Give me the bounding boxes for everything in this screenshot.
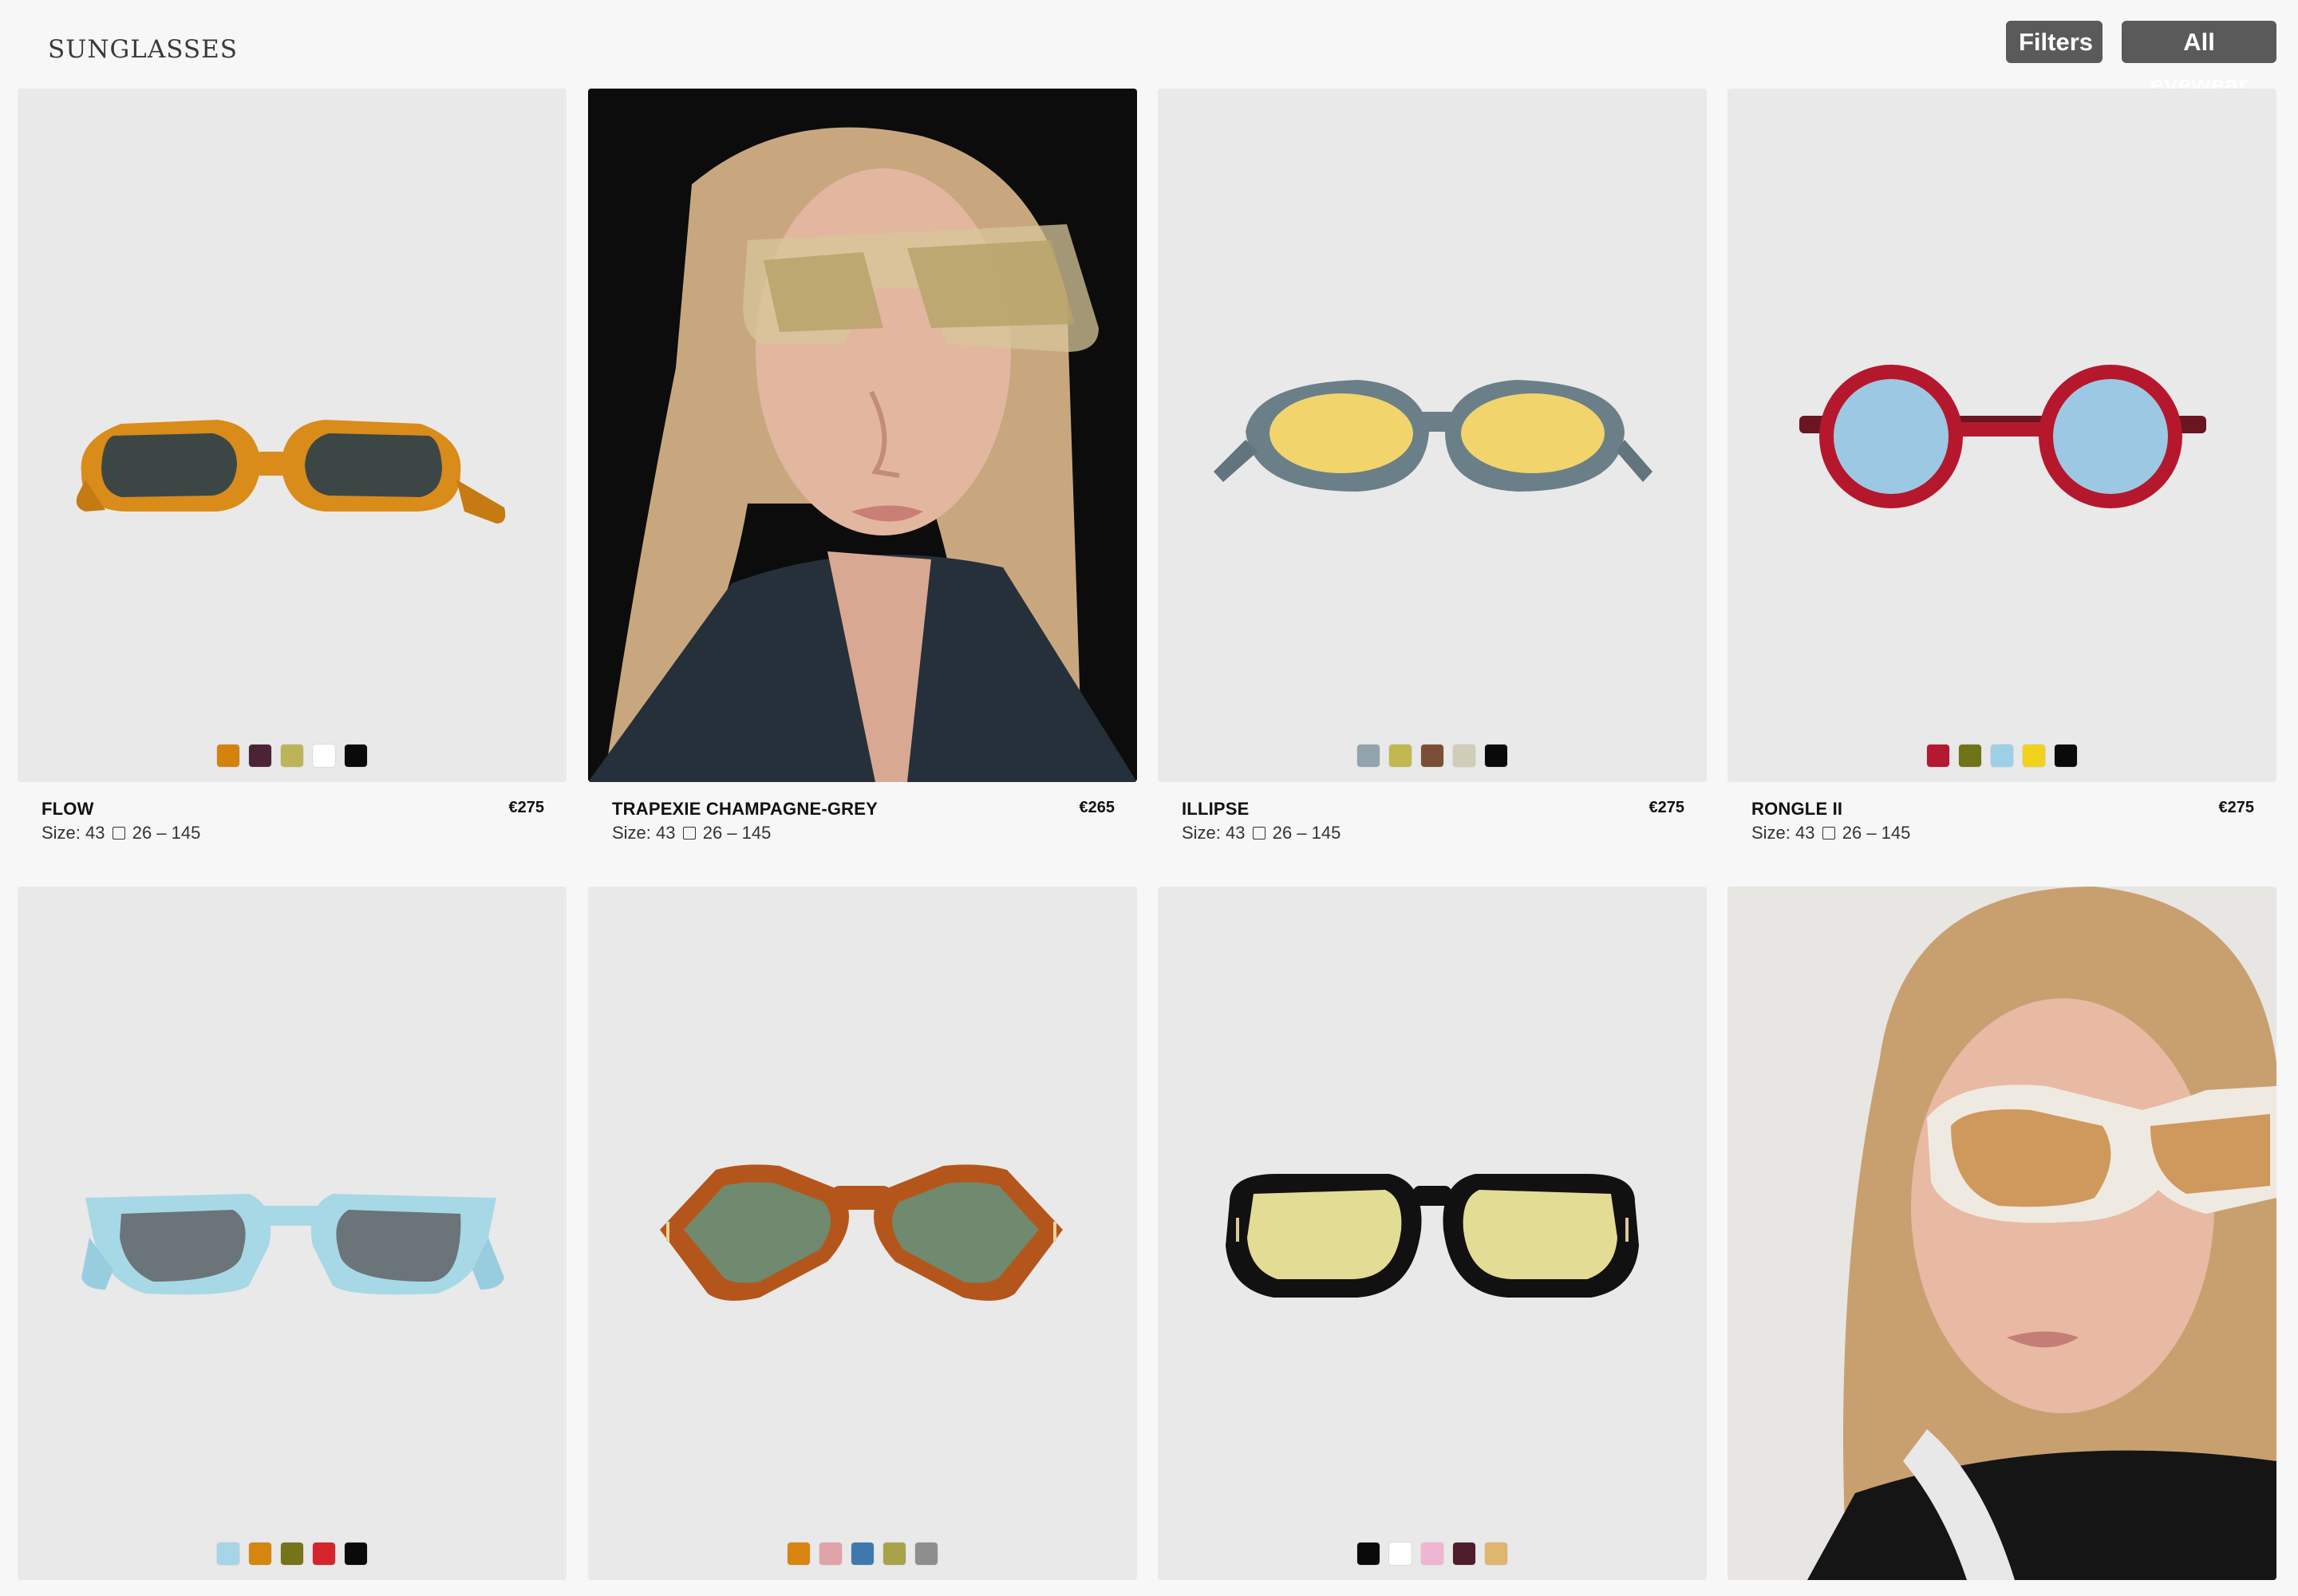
square-outline-icon	[1252, 827, 1265, 839]
all-eyewear-button[interactable]: All eyewear	[2122, 21, 2276, 98]
color-swatches	[1158, 745, 1707, 767]
color-swatch[interactable]	[819, 1543, 842, 1565]
color-swatch[interactable]	[249, 745, 271, 767]
color-swatches	[1158, 1543, 1707, 1565]
sunglasses-illustration	[76, 420, 506, 523]
sunglasses-illustration	[81, 1194, 504, 1295]
product-price: €275	[1648, 799, 1685, 816]
color-swatches	[1727, 745, 2276, 767]
product-image[interactable]	[588, 89, 1137, 782]
product-name[interactable]: ILLIPSE	[1182, 799, 1684, 820]
square-outline-icon	[112, 827, 125, 839]
color-swatches	[18, 745, 567, 767]
product-name[interactable]: RONGLE II	[1751, 799, 2254, 820]
product-price: €275	[508, 799, 545, 816]
product-image[interactable]	[18, 887, 567, 1580]
product-price: €265	[1079, 799, 1115, 816]
product-image[interactable]	[1158, 89, 1707, 782]
color-swatch[interactable]	[851, 1543, 874, 1565]
product-image[interactable]	[588, 887, 1137, 1580]
product-size: Size: 43 26 – 145	[612, 823, 772, 843]
product-image[interactable]	[18, 89, 567, 782]
color-swatch[interactable]	[1421, 745, 1443, 767]
model-photo	[588, 89, 1137, 782]
product-size: Size: 43 26 – 145	[1751, 823, 1911, 843]
color-swatch[interactable]	[1485, 1543, 1507, 1565]
color-swatch[interactable]	[1357, 1543, 1380, 1565]
color-swatch[interactable]	[217, 745, 239, 767]
product-price: €275	[2218, 799, 2255, 816]
product-name[interactable]: FLOW	[41, 799, 544, 820]
color-swatch[interactable]	[313, 1543, 335, 1565]
product-image[interactable]	[1727, 89, 2276, 782]
color-swatch[interactable]	[915, 1543, 938, 1565]
color-swatch[interactable]	[345, 1543, 367, 1565]
color-swatch[interactable]	[2055, 745, 2077, 767]
sunglasses-illustration	[1799, 365, 2206, 508]
color-swatch[interactable]	[1485, 745, 1507, 767]
page-title: SUNGLASSES	[48, 35, 239, 64]
color-swatch[interactable]	[1959, 745, 1981, 767]
sunglasses-illustration	[1214, 380, 1652, 492]
product-size: Size: 43 26 – 145	[1182, 823, 1341, 843]
color-swatch[interactable]	[1421, 1543, 1443, 1565]
sunglasses-illustration	[1226, 1174, 1639, 1298]
color-swatch[interactable]	[788, 1543, 810, 1565]
product-size: Size: 43 26 – 145	[41, 823, 201, 843]
filters-button[interactable]: Filters	[2006, 21, 2103, 63]
product-name[interactable]: TRAPEXIE CHAMPAGNE-GREY	[612, 799, 1115, 820]
color-swatch[interactable]	[281, 745, 303, 767]
color-swatch[interactable]	[281, 1543, 303, 1565]
color-swatch[interactable]	[1389, 745, 1412, 767]
product-image[interactable]	[1158, 887, 1707, 1580]
model-photo	[1727, 887, 2276, 1580]
color-swatch[interactable]	[1453, 745, 1475, 767]
color-swatch[interactable]	[313, 745, 335, 767]
color-swatch[interactable]	[1357, 745, 1380, 767]
square-outline-icon	[1822, 827, 1835, 839]
color-swatch[interactable]	[1927, 745, 1949, 767]
color-swatch[interactable]	[883, 1543, 906, 1565]
color-swatch[interactable]	[217, 1543, 239, 1565]
color-swatch[interactable]	[249, 1543, 271, 1565]
color-swatches	[588, 1543, 1137, 1565]
sunglasses-illustration	[660, 1164, 1063, 1301]
color-swatches	[18, 1543, 567, 1565]
color-swatch[interactable]	[1991, 745, 2013, 767]
square-outline-icon	[682, 827, 696, 839]
color-swatch[interactable]	[1389, 1543, 1412, 1565]
color-swatch[interactable]	[345, 745, 367, 767]
color-swatch[interactable]	[1453, 1543, 1475, 1565]
color-swatch[interactable]	[2023, 745, 2045, 767]
product-image[interactable]	[1727, 887, 2276, 1580]
